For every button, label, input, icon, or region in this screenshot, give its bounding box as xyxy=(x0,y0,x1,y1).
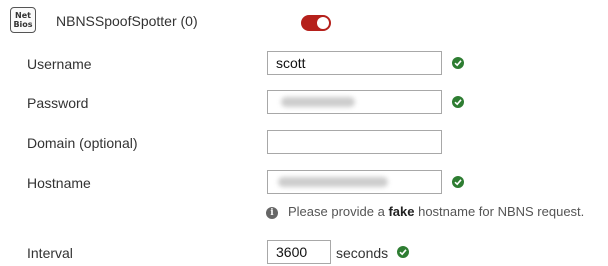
username-row: Username xyxy=(0,51,608,77)
interval-input[interactable] xyxy=(267,240,331,264)
hostname-label: Hostname xyxy=(27,175,91,191)
info-circle-icon: i xyxy=(266,207,278,219)
password-redaction xyxy=(281,97,355,107)
hint-suffix: hostname for NBNS request. xyxy=(414,204,585,219)
hint-prefix: Please provide a xyxy=(288,204,389,219)
interval-row: Interval seconds xyxy=(0,240,608,266)
username-label: Username xyxy=(27,56,92,72)
hostname-valid-icon xyxy=(452,176,464,188)
plugin-enable-toggle[interactable] xyxy=(301,15,331,31)
hostname-redaction xyxy=(278,177,388,187)
password-row: Password xyxy=(0,90,608,116)
password-valid-icon xyxy=(452,96,464,108)
plugin-header: Net Bios NBNSSpoofSpotter (0) xyxy=(8,6,608,38)
username-valid-icon xyxy=(452,57,464,69)
password-label: Password xyxy=(27,95,89,111)
hostname-hint: i Please provide a fake hostname for NBNS… xyxy=(266,204,584,219)
hint-bold: fake xyxy=(388,204,415,219)
domain-row: Domain (optional) xyxy=(0,130,608,156)
interval-valid-icon xyxy=(397,246,409,258)
badge-line-2: Bios xyxy=(13,20,33,29)
toggle-knob xyxy=(317,17,329,29)
hostname-row: Hostname xyxy=(0,170,608,196)
interval-label: Interval xyxy=(27,245,73,261)
netbios-icon: Net Bios xyxy=(10,7,36,33)
username-input[interactable] xyxy=(267,51,442,75)
domain-input[interactable] xyxy=(267,130,442,154)
badge-line-1: Net xyxy=(15,11,31,20)
plugin-title: NBNSSpoofSpotter (0) xyxy=(56,13,198,29)
domain-label: Domain (optional) xyxy=(27,135,138,151)
interval-unit: seconds xyxy=(336,245,389,261)
